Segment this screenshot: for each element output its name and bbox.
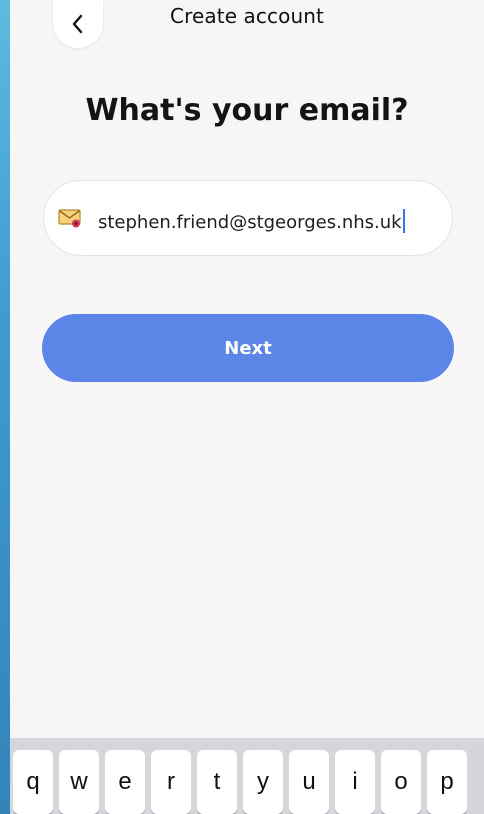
key-q[interactable]: q [13,750,53,814]
email-question-heading: What's your email? [85,93,409,128]
device-frame: Create account What's your email? stephe… [0,0,484,814]
page-title: Create account [170,4,324,28]
key-p[interactable]: p [427,750,467,814]
key-t[interactable]: t [197,750,237,814]
key-o[interactable]: o [381,750,421,814]
text-caret [402,209,405,233]
key-r[interactable]: r [151,750,191,814]
key-e[interactable]: e [105,750,145,814]
envelope-icon [58,209,81,228]
key-w[interactable]: w [59,750,99,814]
next-button[interactable]: Next [42,314,454,382]
email-field[interactable]: stephen.friend@stgeorges.nhs.uk [43,180,453,256]
key-y[interactable]: y [243,750,283,814]
key-u[interactable]: u [289,750,329,814]
app-screen: Create account What's your email? stephe… [10,0,484,814]
key-i[interactable]: i [335,750,375,814]
keyboard-row-1: q w e r t y u i o p [13,750,467,814]
email-input-value[interactable]: stephen.friend@stgeorges.nhs.uk [98,209,405,233]
on-screen-keyboard: q w e r t y u i o p [10,738,484,814]
